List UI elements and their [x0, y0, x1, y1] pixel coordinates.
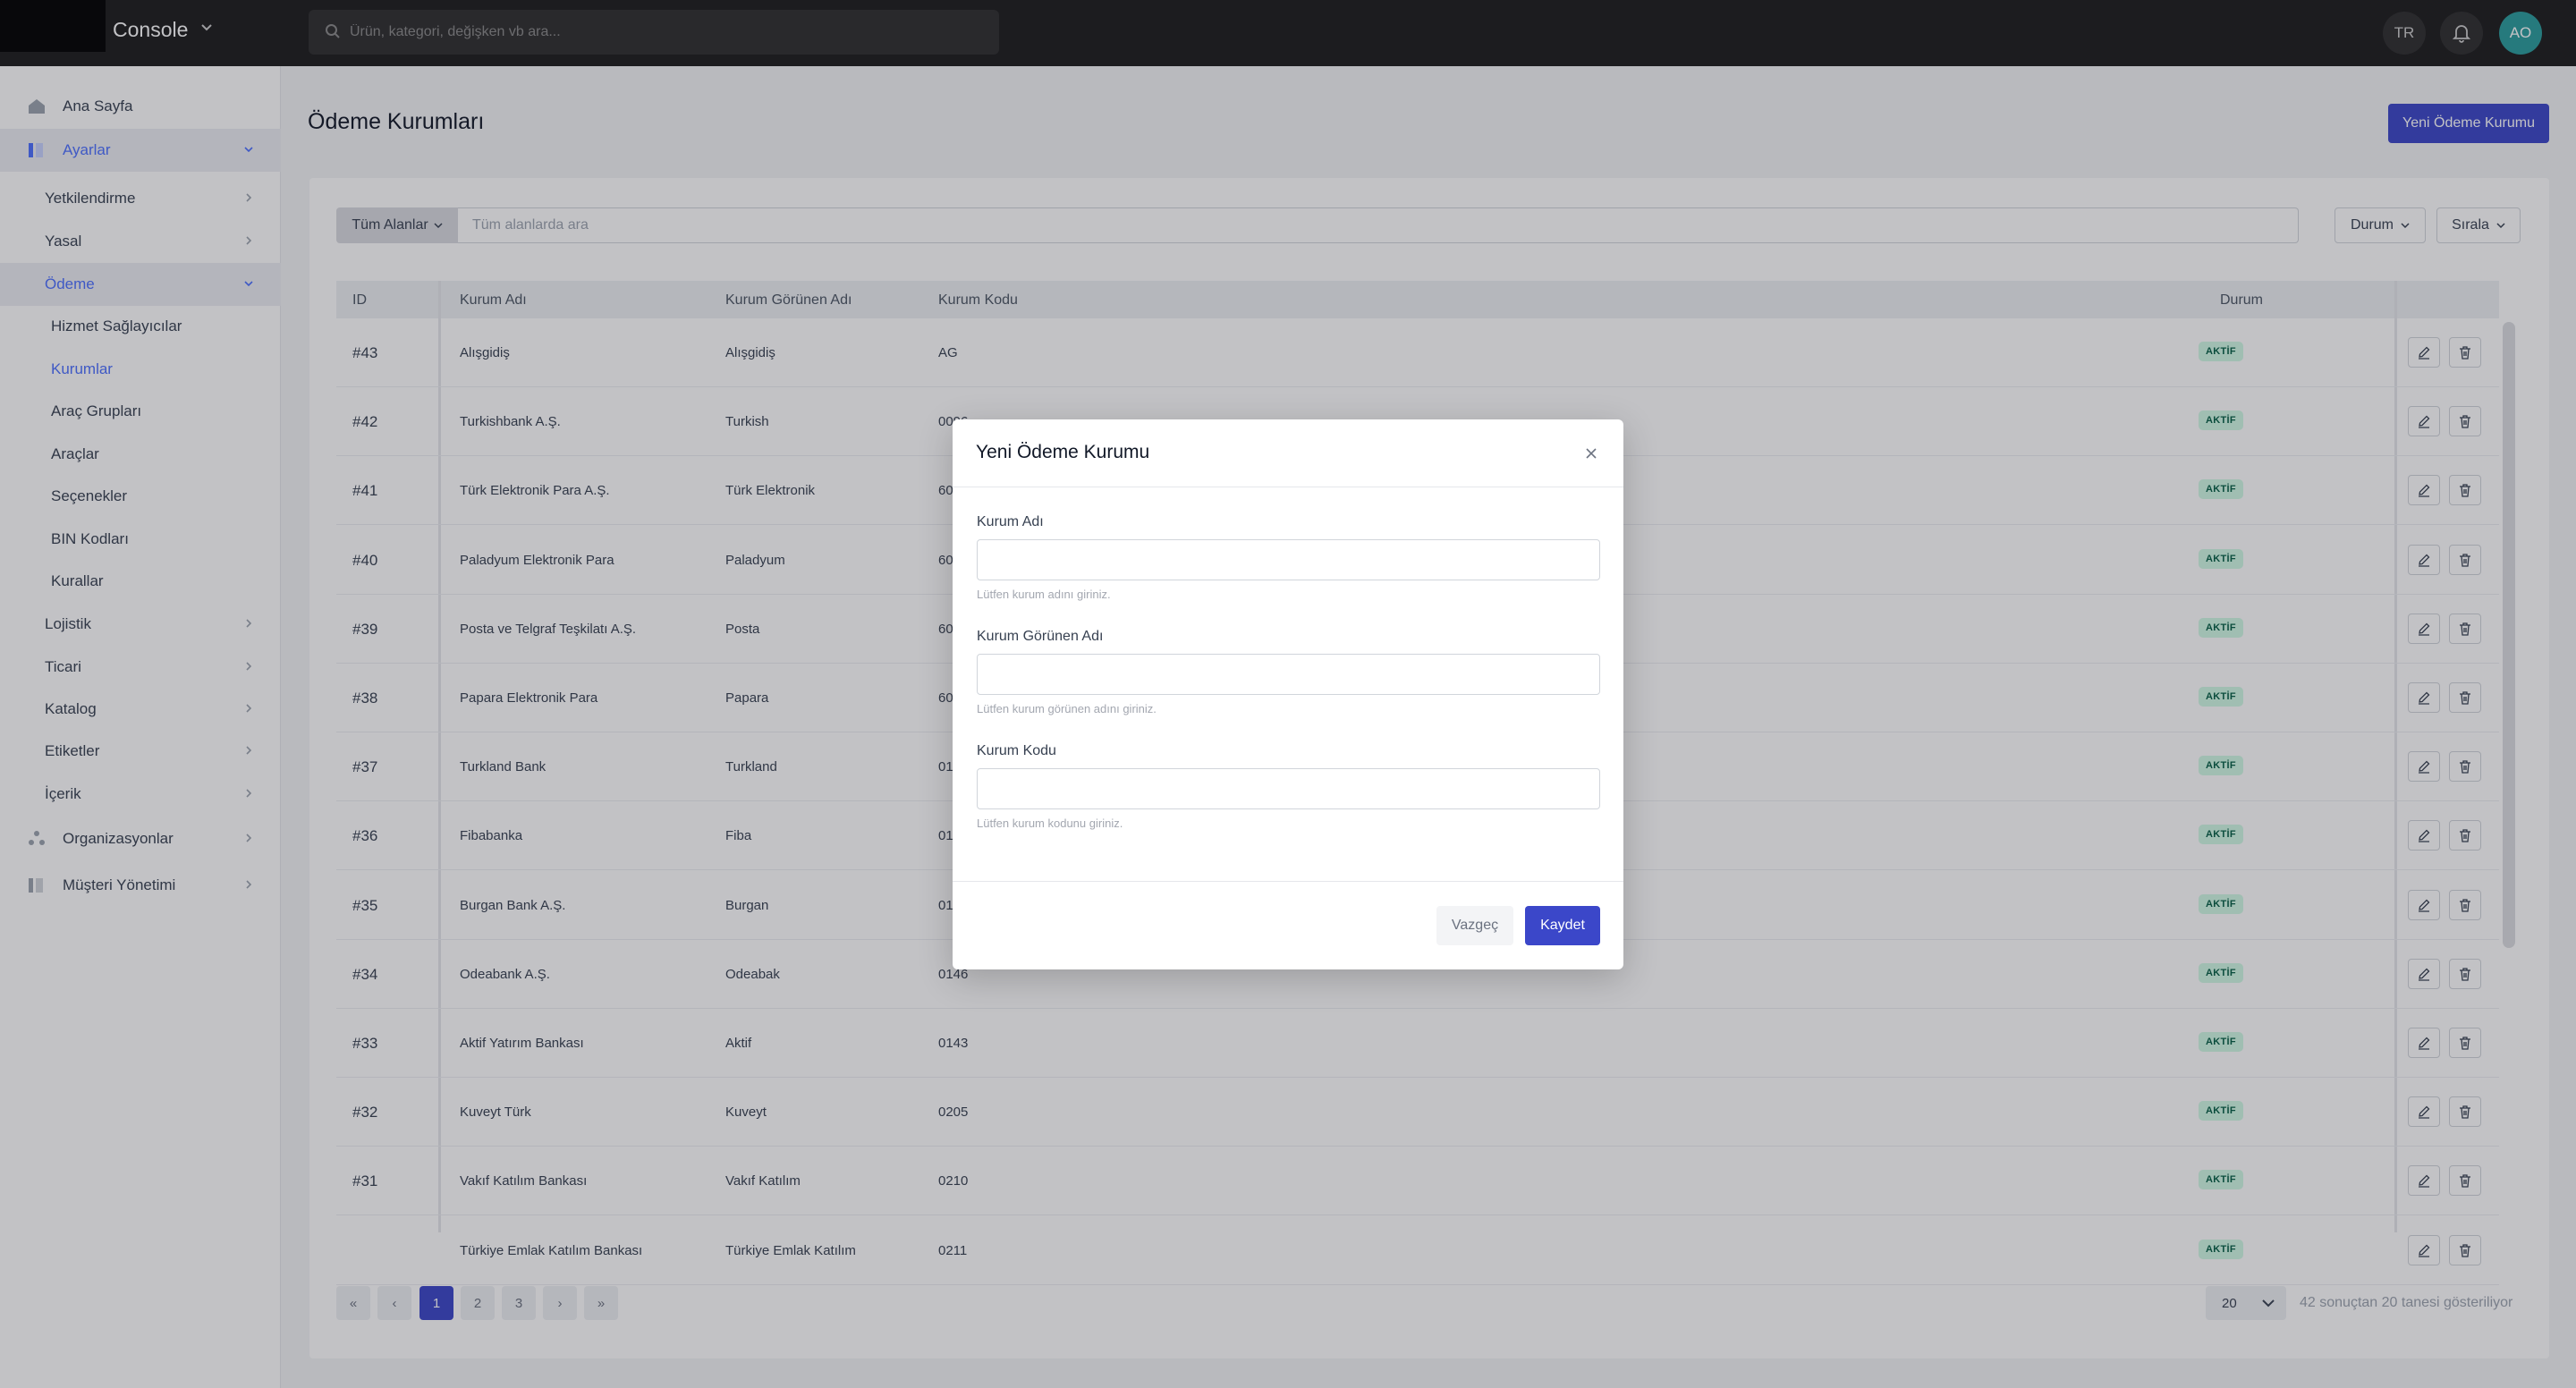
display-name-label: Kurum Görünen Adı: [977, 629, 1104, 644]
institution-code-label: Kurum Kodu: [977, 743, 1056, 758]
institution-code-hint: Lütfen kurum kodunu giriniz.: [977, 817, 1123, 830]
close-icon[interactable]: [1582, 444, 1600, 462]
institution-name-label: Kurum Adı: [977, 514, 1044, 529]
institution-name-hint: Lütfen kurum adını giriniz.: [977, 588, 1111, 601]
save-button[interactable]: Kaydet: [1525, 906, 1600, 945]
divider: [953, 881, 1623, 882]
display-name-hint: Lütfen kurum görünen adını giriniz.: [977, 702, 1157, 715]
modal-title: Yeni Ödeme Kurumu: [976, 442, 1150, 462]
cancel-button[interactable]: Vazgeç: [1436, 906, 1513, 945]
institution-code-input[interactable]: [977, 768, 1600, 809]
new-institution-modal: Yeni Ödeme Kurumu Kurum Adı Lütfen kurum…: [953, 419, 1623, 969]
institution-name-input[interactable]: [977, 539, 1600, 580]
display-name-input[interactable]: [977, 654, 1600, 695]
